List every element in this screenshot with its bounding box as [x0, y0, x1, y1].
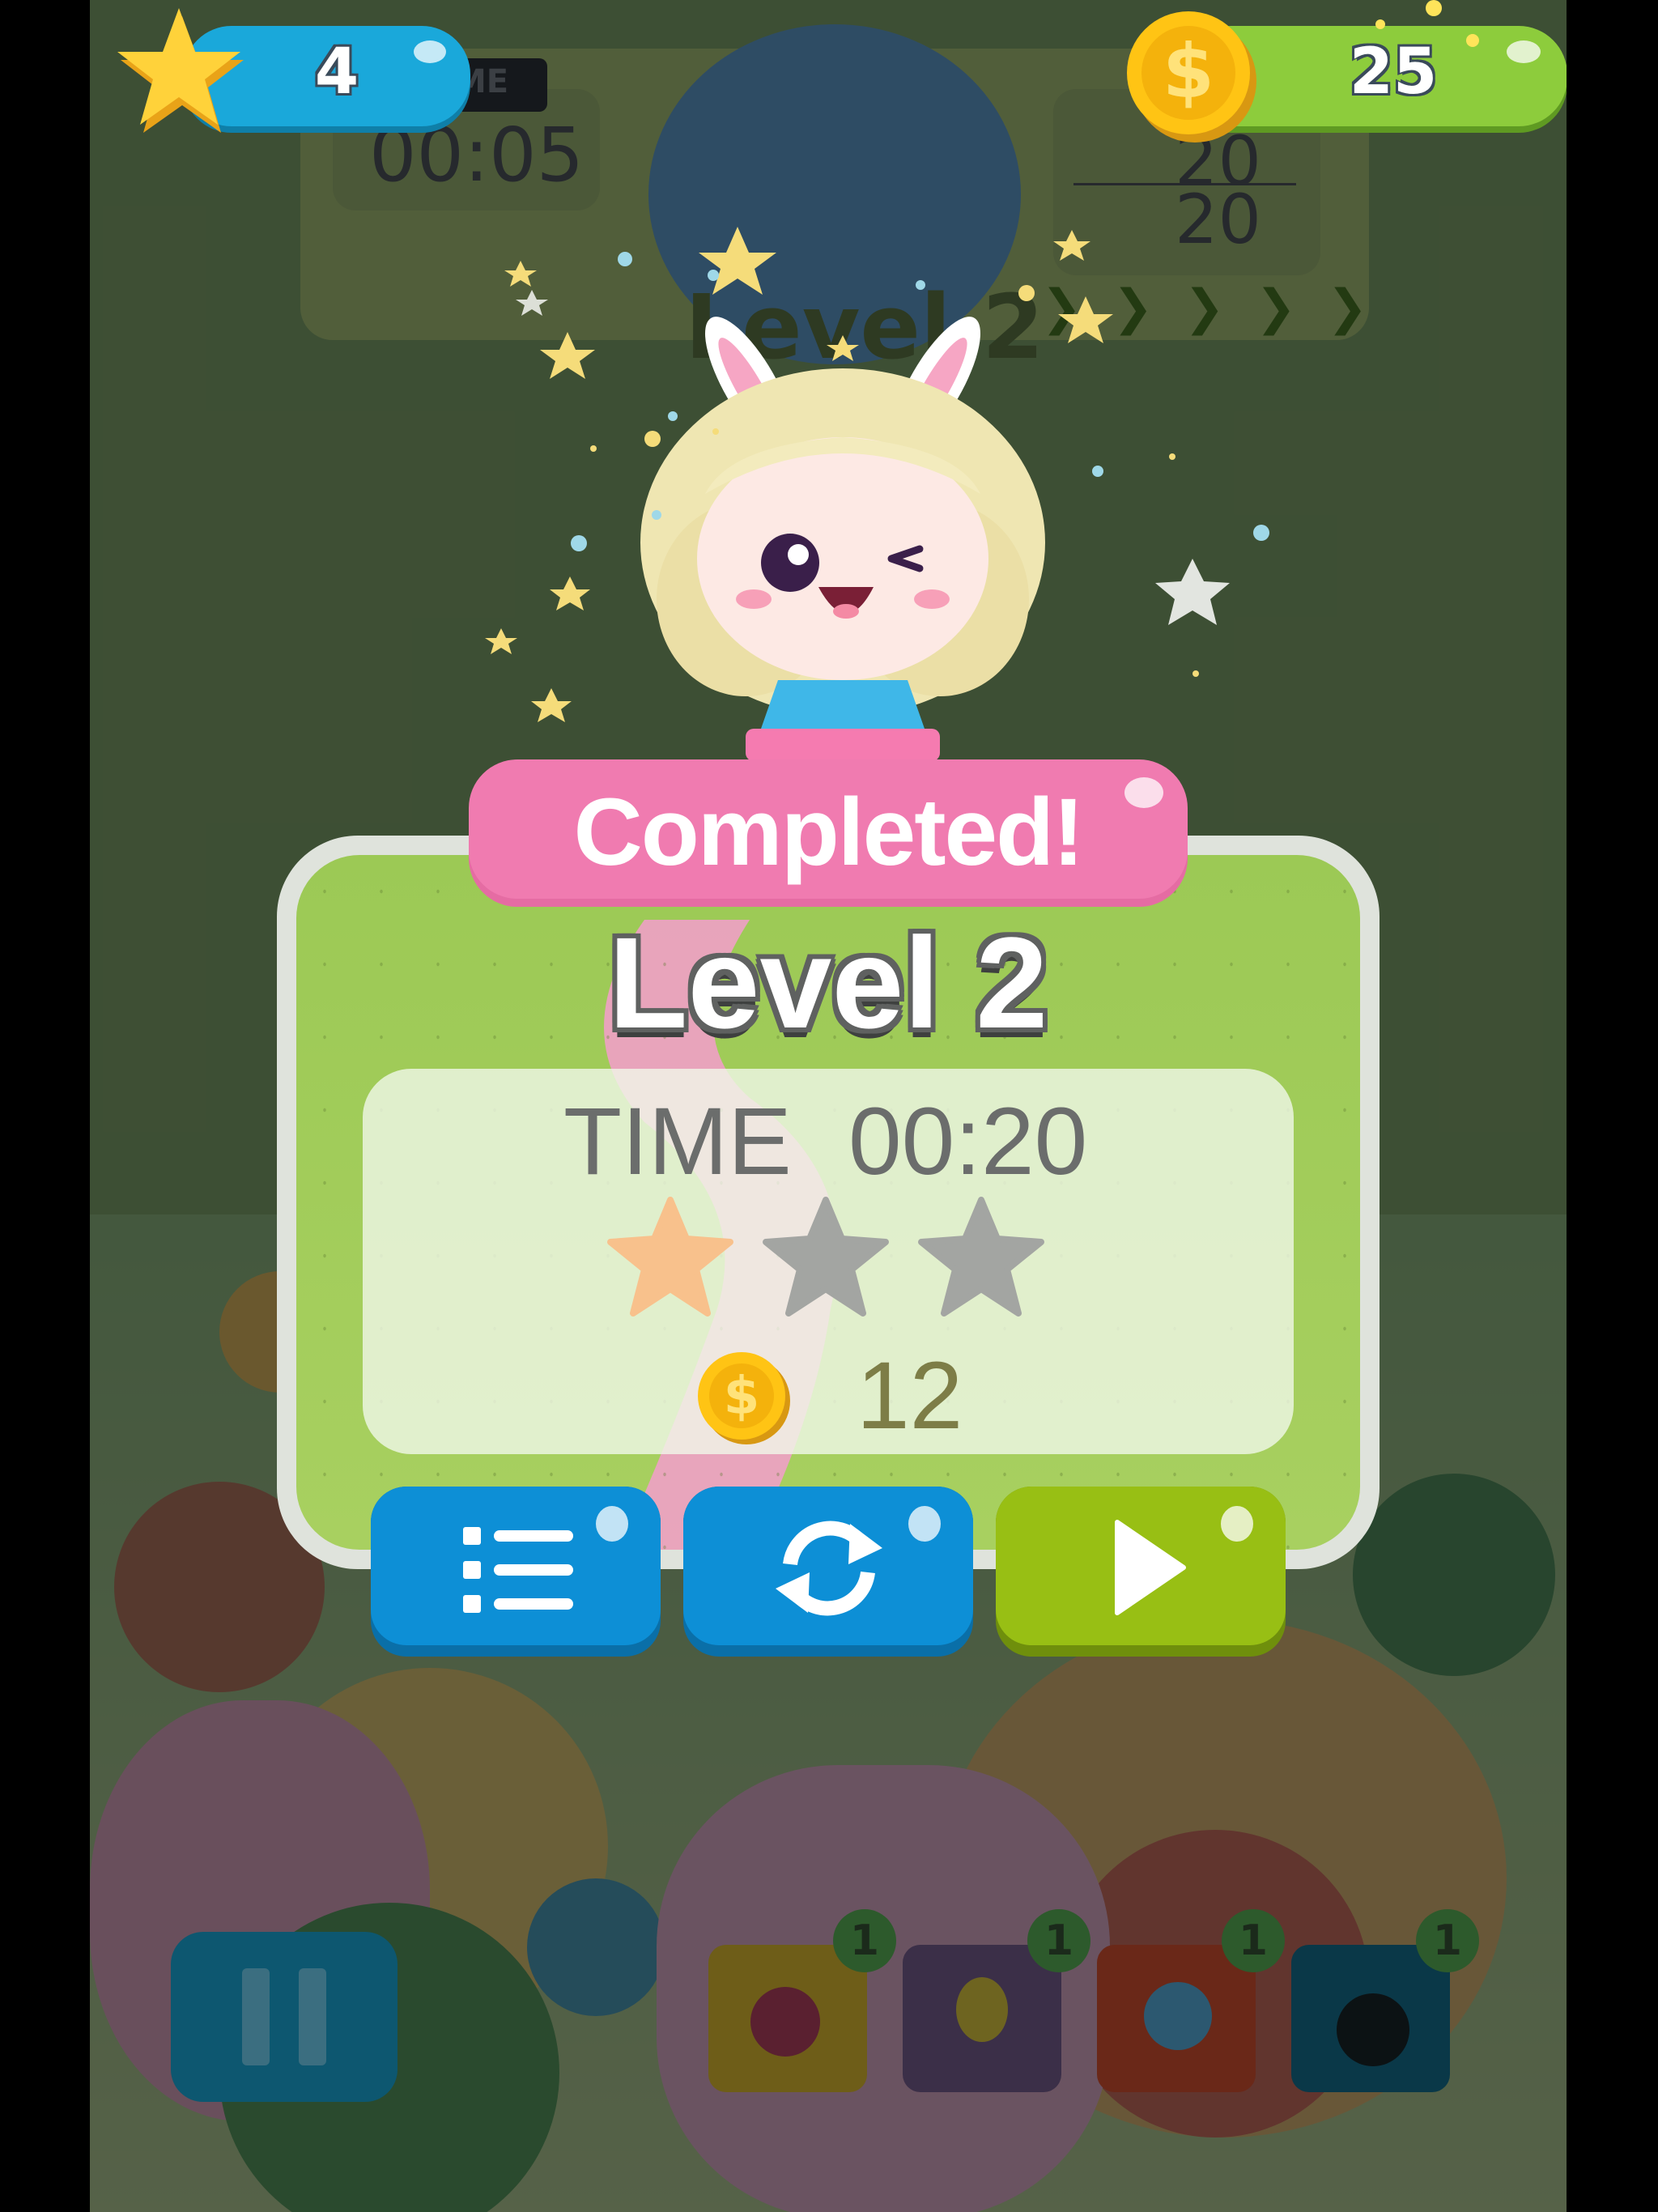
refresh-icon	[776, 1521, 882, 1616]
rating-star-1	[607, 1197, 733, 1317]
rating-star-2	[763, 1197, 889, 1317]
dialog-level-title: Level 2	[608, 910, 1048, 1055]
list-icon	[463, 1527, 573, 1613]
play-icon	[1115, 1520, 1186, 1615]
completed-banner: Completed!	[469, 759, 1188, 907]
bg-powerup-hint	[903, 1945, 1061, 2092]
next-level-button[interactable]	[996, 1487, 1286, 1657]
star-icon	[117, 8, 244, 133]
time-value: 00:20	[848, 1088, 1088, 1195]
rating-star-3	[918, 1197, 1044, 1317]
replay-button[interactable]	[683, 1487, 973, 1657]
bg-powerup-swap	[708, 1945, 867, 2092]
completed-banner-text: Completed!	[573, 779, 1085, 886]
game-screen: ME 00:05 20 20 Level 2 ❯❯❯❯❯ 1 1 1 1 4 2…	[90, 0, 1567, 2212]
bg-powerup-bomb-count: 1	[1416, 1909, 1479, 1972]
bg-pause-button	[171, 1932, 397, 2102]
bomb-icon	[1337, 1993, 1409, 2066]
coin-icon: $	[1127, 11, 1256, 143]
bg-powerup-hint-count: 1	[1027, 1909, 1090, 1972]
swap-icon	[750, 1987, 820, 2057]
svg-text:$: $	[724, 1367, 760, 1427]
bg-powerup-clock	[1097, 1945, 1256, 2092]
svg-text:$: $	[1163, 28, 1214, 115]
celebration-stars	[485, 227, 1269, 722]
bg-powerup-bomb	[1291, 1945, 1450, 2092]
reward-coins-value: 12	[857, 1342, 963, 1449]
bg-powerup-swap-count: 1	[833, 1909, 896, 1972]
lives-value: 4	[314, 36, 359, 108]
sparkle-dots	[1353, 0, 1515, 57]
time-label: TIME	[563, 1088, 792, 1195]
stats-card: TIME 00:20 $ 12	[363, 1069, 1294, 1454]
alarm-clock-icon	[1144, 1982, 1212, 2050]
bg-powerup-clock-count: 1	[1222, 1909, 1285, 1972]
lightbulb-icon	[956, 1977, 1008, 2042]
level-list-button[interactable]	[371, 1487, 661, 1657]
reward-coin-icon: $	[698, 1352, 790, 1444]
